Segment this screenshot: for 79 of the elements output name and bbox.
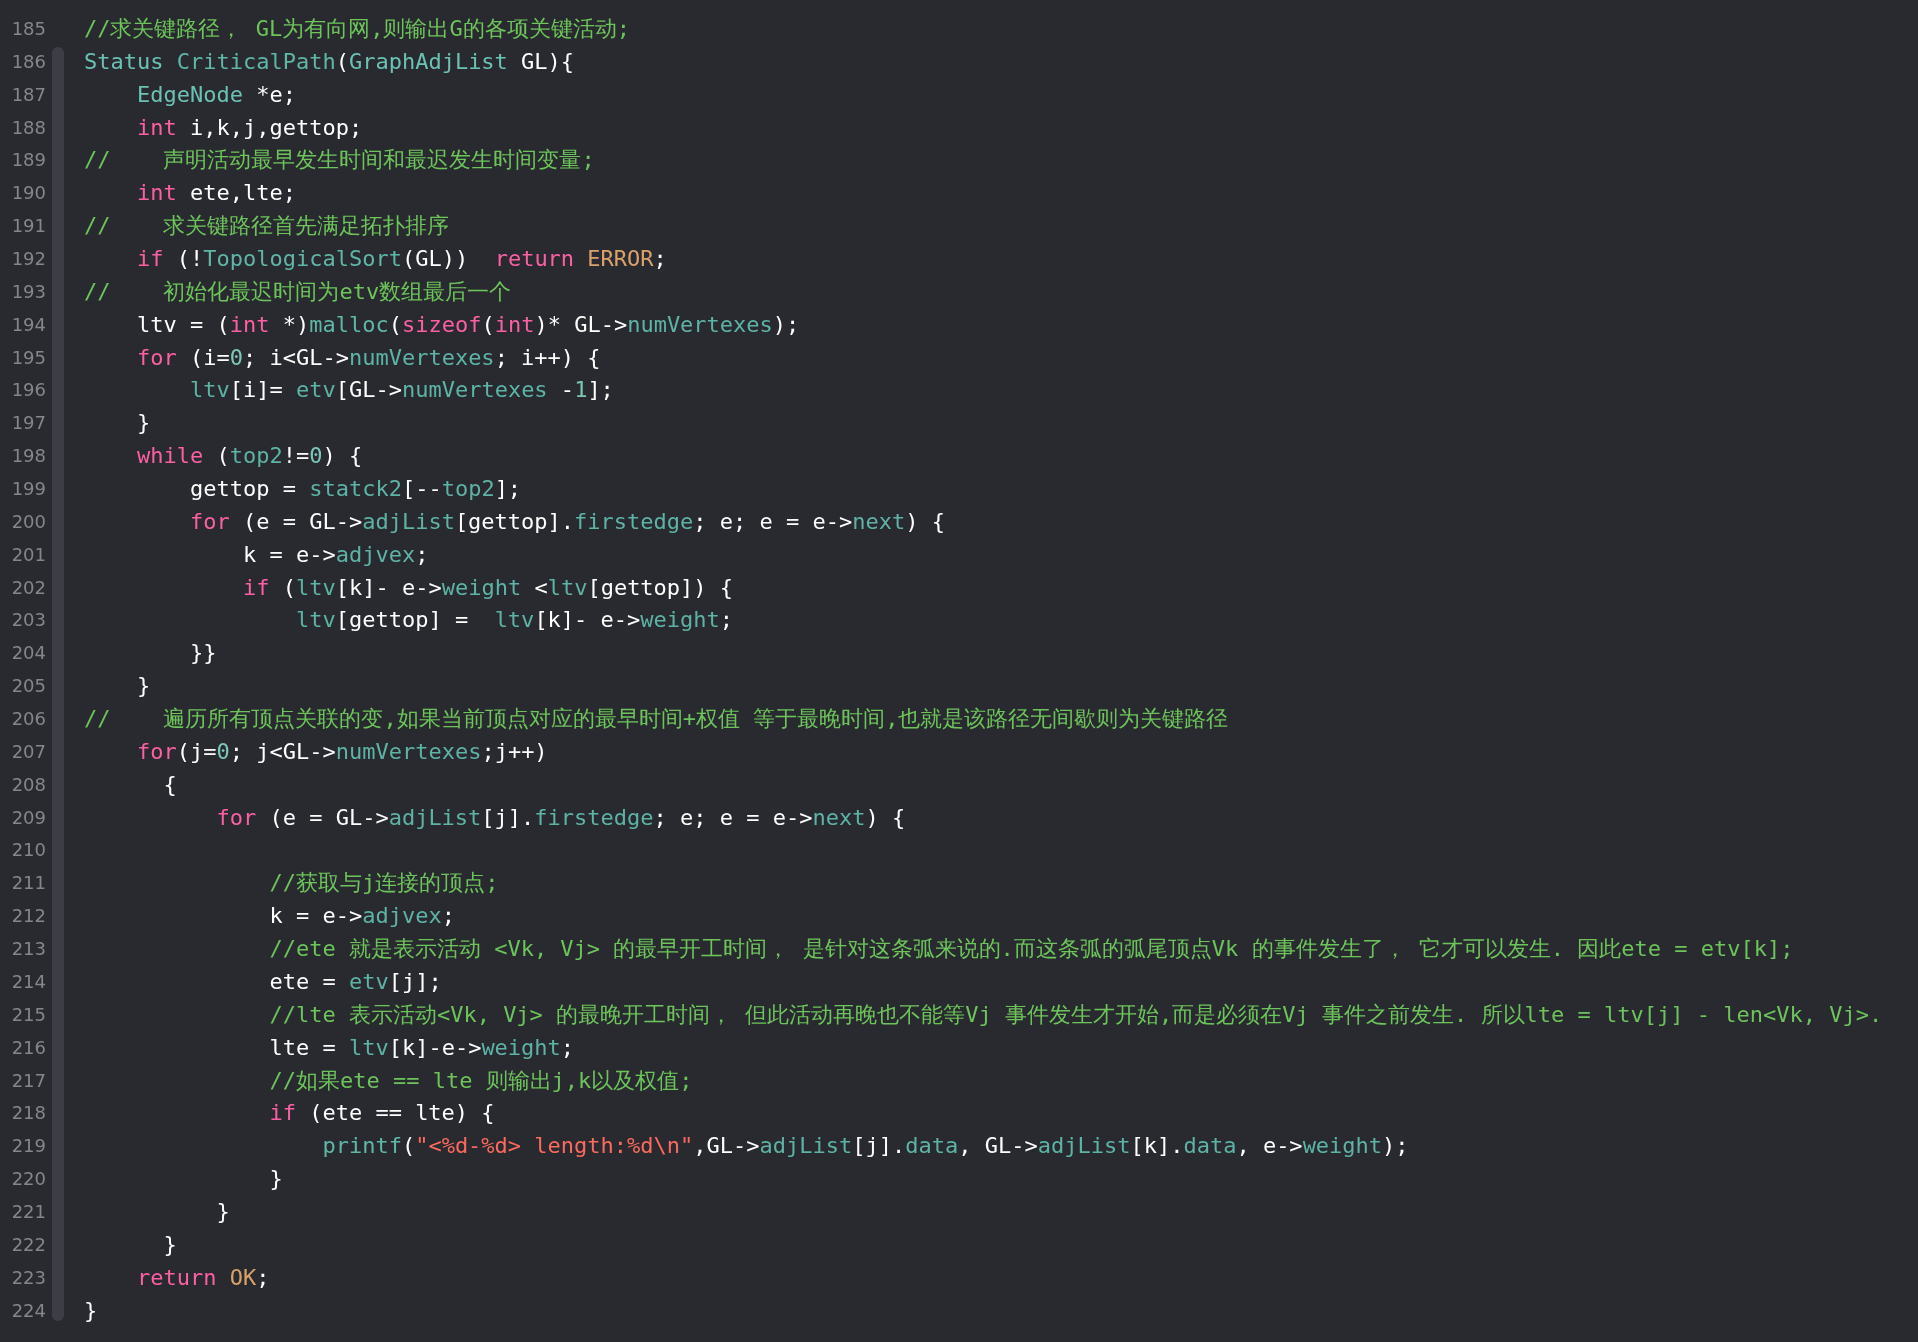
line-number: 224: [11, 1298, 46, 1323]
code-line: }: [135, 409, 151, 438]
line-number: 190: [11, 181, 46, 206]
line-number: 213: [11, 937, 46, 962]
line-number: 218: [11, 1101, 46, 1126]
line-number: 200: [11, 509, 46, 534]
code-line: gettop = statck2[--top2];: [188, 475, 522, 504]
code-line: //lte 表示活动<Vk, Vj> 的最晚开工时间， 但此活动再晚也不能等Vj 事件发生才开始,而是必须在Vj 事件之前发生. 所以lte = ltv[j] - len<Vk, Vj>.: [268, 1000, 1883, 1029]
line-number: 204: [11, 641, 46, 666]
line-number: 197: [11, 411, 46, 436]
code-line: //求关键路径， GL为有向网,则输出G的各项关键活动;: [84, 15, 630, 43]
line-number: 194: [11, 312, 46, 337]
code-line: //如果ete == lte 则输出j,k以及权值;: [268, 1066, 693, 1095]
line-number: 202: [11, 575, 46, 600]
code-line: if (!TopologicalSort(GL)) return ERROR;: [135, 245, 667, 273]
code-line: for (e = GL->adjList[j].firstedge; e; e = e->next) {: [215, 803, 906, 832]
code-line: for(j=0; j<GL->numVertexes;j++): [135, 737, 548, 766]
line-number: 196: [11, 378, 46, 403]
line-number: 188: [11, 115, 46, 140]
line-number: 212: [11, 904, 46, 929]
code-line: }: [135, 672, 151, 701]
line-number: 186: [11, 49, 46, 74]
line-number: 187: [11, 82, 46, 107]
code-line: ltv[i]= etv[GL->numVertexes -1];: [188, 376, 614, 405]
code-line: int ete,lte;: [135, 179, 296, 208]
code-line: EdgeNode *e;: [135, 80, 296, 109]
line-number: 203: [11, 608, 46, 633]
code-line: if (ltv[k]- e->weight <ltv[gettop]) {: [241, 573, 734, 602]
code-line: }: [215, 1197, 230, 1226]
line-number: 198: [11, 444, 46, 469]
line-number: 209: [11, 805, 46, 830]
code-line: }}: [188, 639, 217, 668]
code-line: // 遍历所有顶点关联的变,如果当前顶点对应的最早时间+权值 等于最晚时间,也就是该路径无间歇则为关键路径: [84, 705, 1229, 734]
line-number: 216: [11, 1035, 46, 1060]
code-line: k = e->adjvex;: [241, 540, 429, 569]
code-line: // 声明活动最早发生时间和最迟发生时间变量;: [84, 146, 595, 175]
line-number: 207: [11, 739, 46, 764]
line-number: 210: [11, 838, 46, 863]
code-line: printf("<%d-%d> length:%d\n",GL->adjList[j].data, GL->adjList[k].data, e->weight);: [321, 1132, 1409, 1161]
code-line: // 初始化最迟时间为etv数组最后一个: [84, 277, 512, 306]
line-number: 193: [11, 279, 46, 304]
line-number: 208: [11, 772, 46, 797]
line-number: 220: [11, 1167, 46, 1192]
line-number: 222: [11, 1232, 46, 1257]
code-line: for (i=0; i<GL->numVertexes; i++) {: [135, 343, 601, 372]
code-line: //获取与j连接的顶点;: [268, 869, 499, 898]
line-number: 215: [11, 1002, 46, 1027]
code-line: }: [268, 1165, 283, 1194]
line-number: 189: [11, 148, 46, 173]
line-number: 199: [11, 477, 46, 502]
code-line: ltv[gettop] = ltv[k]- e->weight;: [294, 606, 734, 635]
line-number: 219: [11, 1134, 46, 1159]
line-number: 195: [11, 345, 46, 370]
code-line: // 求关键路径首先满足拓扑排序: [84, 212, 450, 241]
line-number: 205: [11, 674, 46, 699]
code-line: lte = ltv[k]-e->weight;: [268, 1033, 575, 1062]
code-line: ete = etv[j];: [268, 967, 442, 996]
code-line: ltv = (int *)malloc(sizeof(int)* GL->numVertexes);: [135, 310, 800, 339]
code-line: k = e->adjvex;: [268, 902, 455, 931]
code-line: {: [162, 770, 177, 799]
line-number: 217: [11, 1068, 46, 1093]
code-line: while (top2!=0) {: [135, 442, 363, 471]
line-number: 221: [11, 1199, 46, 1224]
line-number: 201: [11, 542, 46, 567]
code-line: if (ete == lte) {: [268, 1099, 495, 1128]
code-line: Status CriticalPath(GraphAdjList GL){: [84, 47, 575, 76]
line-number: 206: [11, 707, 46, 732]
code-line: }: [84, 1296, 98, 1325]
line-number: 223: [11, 1265, 46, 1290]
code-line: return OK;: [135, 1263, 270, 1292]
code-line: //ete 就是表示活动 <Vk, Vj> 的最早开工时间， 是针对这条弧来说的.而这条弧的弧尾顶点Vk 的事件发生了， 它才可以发生. 因此ete = etv[k];: [268, 935, 1794, 964]
line-number: 211: [11, 871, 46, 896]
line-number: 185: [11, 17, 46, 41]
line-number: 192: [11, 247, 46, 271]
code-line: int i,k,j,gettop;: [135, 113, 363, 142]
line-number: 191: [11, 214, 46, 239]
line-number: 214: [11, 969, 46, 994]
code-line: }: [162, 1230, 177, 1259]
code-line: for (e = GL->adjList[gettop].firstedge; e; e = e->next) {: [188, 507, 945, 536]
